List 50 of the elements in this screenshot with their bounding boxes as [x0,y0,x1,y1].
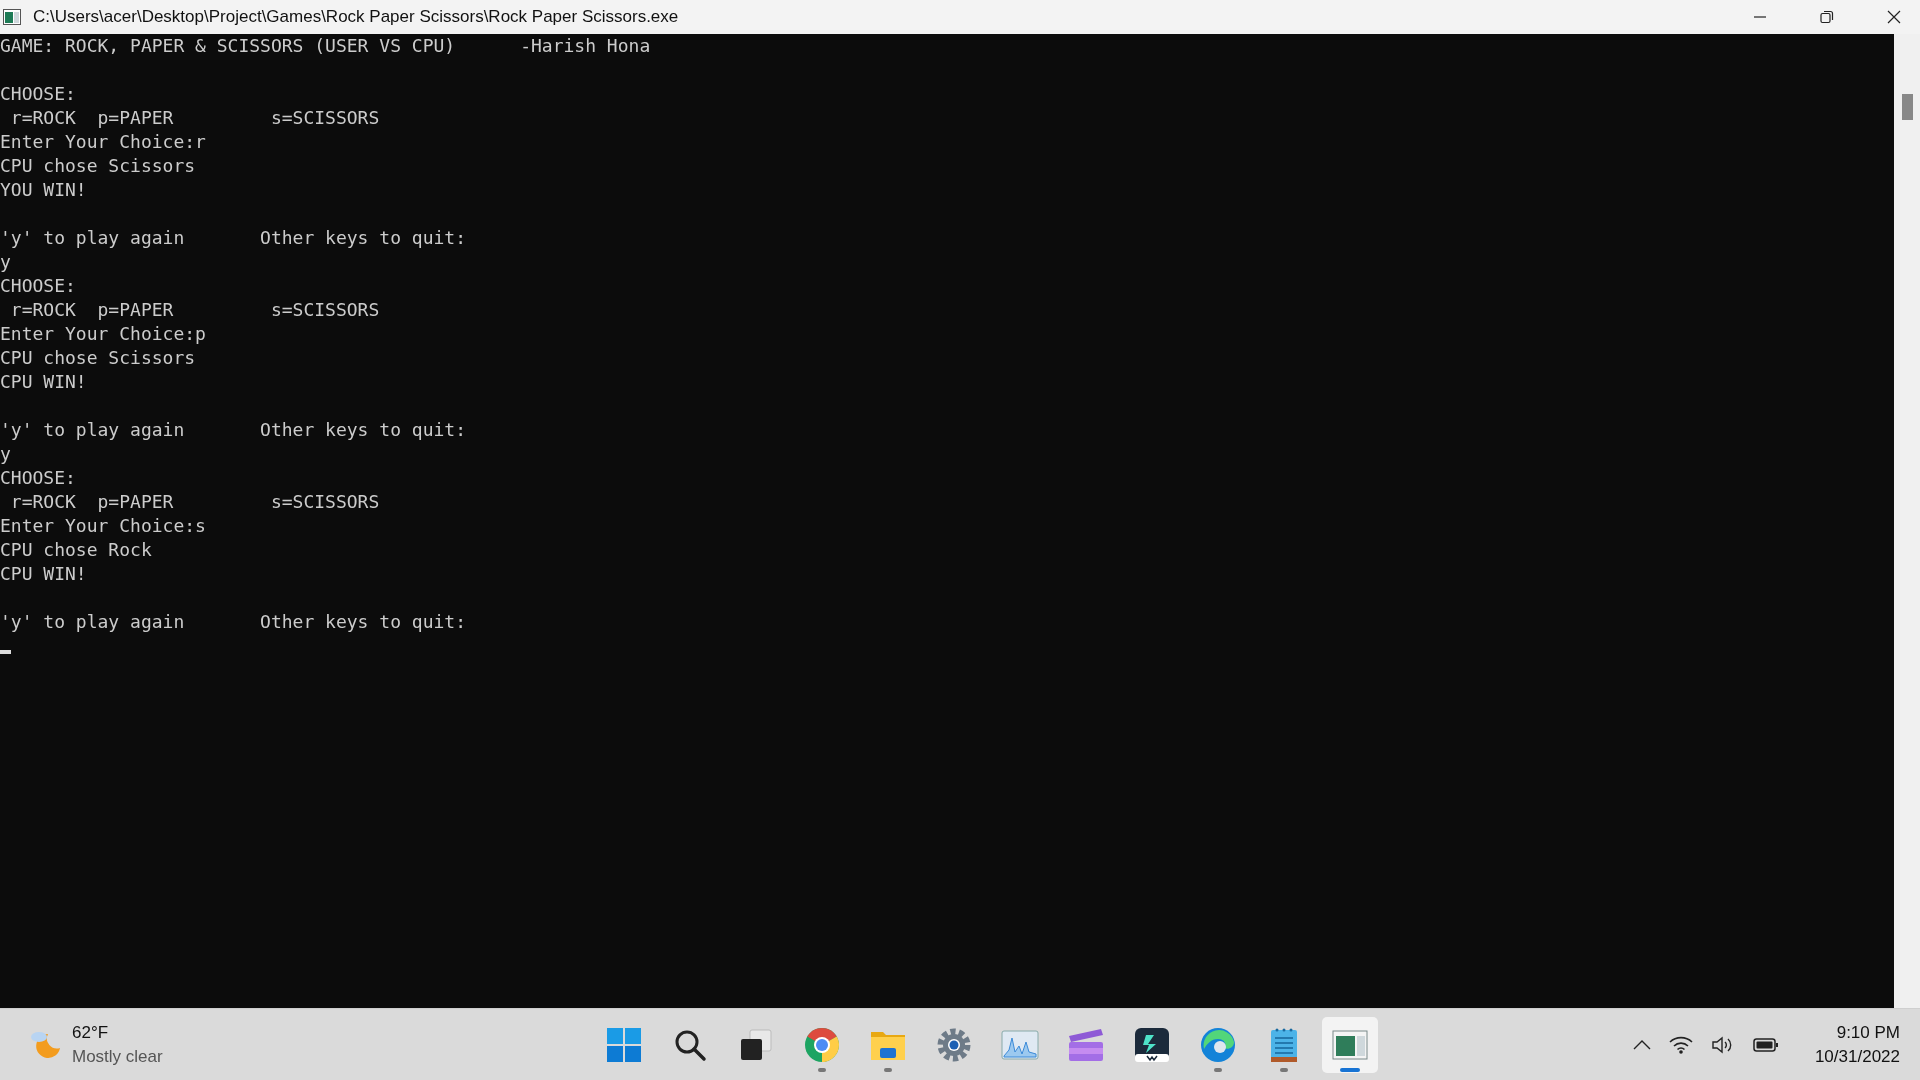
battery-icon[interactable] [1752,1036,1779,1053]
console-line: CHOOSE: [0,82,77,106]
console-window-icon [1332,1029,1368,1060]
console-line: r=ROCK p=PAPER s=SCISSORS [9,298,381,322]
gear-icon [936,1026,972,1063]
console-line: Enter Your Choice:p [0,322,207,346]
task-view-icon [739,1027,773,1062]
running-indicator [884,1067,892,1072]
close-icon[interactable] [1887,10,1901,24]
console-line: GAME: ROCK, PAPER & SCISSORS (USER VS CPU) -Harish Hona [0,34,652,58]
console-line: CPU chose Scissors [0,346,197,370]
console-line: Enter Your Choice:r [0,130,207,154]
running-indicator [1280,1067,1288,1072]
clock-time: 9:10 PM [1836,1021,1900,1044]
video-editor-icon [1134,1026,1170,1063]
console-line: YOU WIN! [0,178,88,202]
console-line: r=ROCK p=PAPER s=SCISSORS [9,490,381,514]
browser-icon [804,1026,840,1063]
weather-temperature[interactable]: 62°F [72,1020,163,1045]
notepad-icon [1269,1026,1299,1063]
console-window-icon [3,9,21,25]
wifi-icon[interactable] [1668,1035,1693,1054]
console-line: y [0,442,12,466]
window-title: C:\Users\acer\Desktop\Project\Games\Rock Paper Scissors\Rock Paper Scissors.exe [33,7,679,27]
console-line: 'y' to play again Other keys to quit: [0,226,467,250]
console-line: CPU chose Rock [0,538,153,562]
clapperboard-icon [1067,1027,1105,1062]
console-line: CPU WIN! [0,370,88,394]
performance-chart-icon [1001,1029,1039,1060]
console-line: CPU chose Scissors [0,154,197,178]
clock[interactable]: 9:10 PM 10/31/2022 [1814,1020,1900,1069]
browser-wave-icon [1200,1026,1236,1063]
chevron-up-icon[interactable] [1632,1039,1651,1050]
running-indicator [1214,1067,1222,1072]
console-line: CHOOSE: [0,466,77,490]
running-indicator [1340,1067,1360,1072]
restore-icon[interactable] [1820,10,1834,24]
console-line: y [0,250,12,274]
console-line: CPU WIN! [0,562,88,586]
console-line: CHOOSE: [0,274,77,298]
scrollbar-thumb[interactable] [1901,94,1913,120]
console-line: 'y' to play again Other keys to quit: [0,418,467,442]
running-indicator [818,1067,826,1072]
scrollbar[interactable] [1894,34,1920,1008]
windows-logo-icon [606,1026,642,1063]
console-line: 'y' to play again Other keys to quit: [0,610,467,634]
clock-date: 10/31/2022 [1814,1045,1900,1068]
console-line: r=ROCK p=PAPER s=SCISSORS [9,106,381,130]
weather-condition[interactable]: Mostly clear [72,1044,163,1069]
console-line: Enter Your Choice:s [0,514,207,538]
